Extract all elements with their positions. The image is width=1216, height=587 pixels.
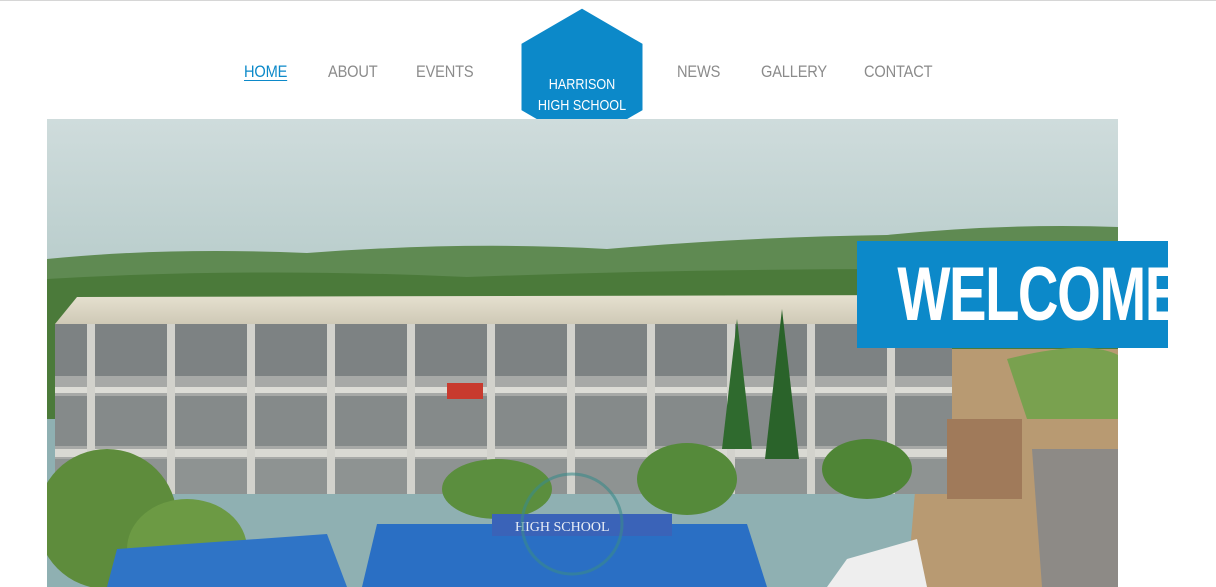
- hero-image: HIGH SCHOOL: [47, 119, 1118, 587]
- nav-events-link[interactable]: EVENTS: [416, 62, 474, 86]
- school-building-photo: HIGH SCHOOL: [47, 119, 1118, 587]
- nav-about-link[interactable]: ABOUT: [328, 62, 378, 86]
- logo-line-1: HARRISON: [548, 76, 616, 93]
- logo-text: HARRISON HIGH SCHOOL: [525, 74, 639, 116]
- nav-home-link[interactable]: HOME: [244, 62, 287, 86]
- hero-sign-text: HIGH SCHOOL: [515, 520, 610, 535]
- nav-gallery-link[interactable]: GALLERY: [761, 62, 827, 86]
- nav-contact-link[interactable]: CONTACT: [864, 62, 933, 86]
- top-divider: [0, 0, 1216, 1]
- welcome-banner: WELCOME!: [857, 241, 1199, 348]
- graduation-cap-icon: [515, 7, 549, 29]
- nav-news-link[interactable]: NEWS: [677, 62, 720, 86]
- logo-line-2: HIGH SCHOOL: [537, 97, 627, 114]
- welcome-banner-text: WELCOME!: [897, 252, 1199, 337]
